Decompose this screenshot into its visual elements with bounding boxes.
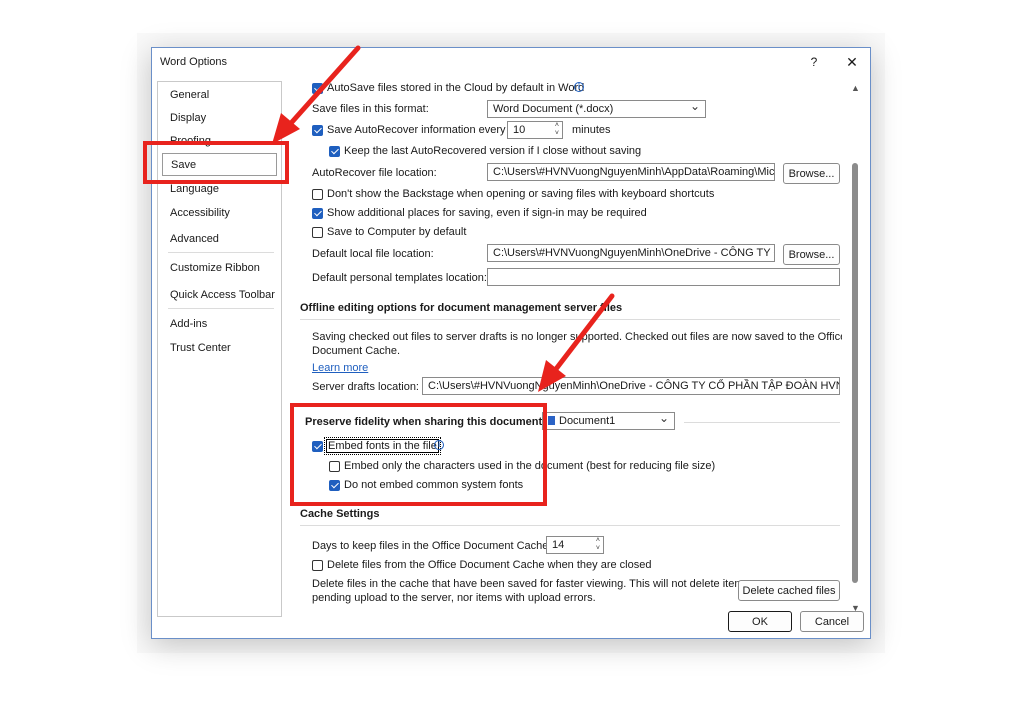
server-drafts-label: Server drafts location: (312, 381, 419, 393)
delete-on-close-checkbox[interactable] (312, 560, 323, 571)
show-additional-places-checkbox[interactable] (312, 208, 323, 219)
cache-days-input[interactable]: 14 ˄ ˅ (546, 536, 604, 554)
delete-cache-description-line2: pending upload to the server, nor items … (312, 592, 596, 604)
keep-last-label: Keep the last AutoRecovered version if I… (344, 145, 642, 157)
default-local-location-label: Default local file location: (312, 248, 434, 260)
offline-description-line2: Document Cache. (312, 345, 401, 357)
section-divider (300, 319, 840, 320)
delete-cached-files-button[interactable]: Delete cached files (738, 580, 840, 601)
keep-last-checkbox[interactable] (329, 146, 340, 157)
save-options-panel: AutoSave files stored in the Cloud by de… (292, 81, 842, 615)
scroll-thumb[interactable] (852, 163, 858, 583)
dont-show-backstage-checkbox[interactable] (312, 189, 323, 200)
nav-item-general[interactable]: General (170, 89, 209, 101)
title-bar: Word Options ? ✕ (152, 48, 870, 76)
nav-item-trust-center[interactable]: Trust Center (170, 342, 231, 354)
save-format-label: Save files in this format: (312, 103, 429, 115)
word-options-dialog: Word Options ? ✕ General Display Proofin… (151, 47, 871, 639)
nav-item-language[interactable]: Language (170, 183, 219, 195)
window-title: Word Options (160, 56, 228, 68)
section-divider (684, 422, 840, 423)
browse-label: Browse... (788, 168, 835, 180)
nav-item-advanced[interactable]: Advanced (170, 233, 219, 245)
save-format-select[interactable]: Word Document (*.docx) (487, 100, 706, 118)
delete-cached-files-label: Delete cached files (742, 585, 836, 597)
autorecover-location-input[interactable]: C:\Users\#HVNVuongNguyenMinh\AppData\Roa… (487, 163, 775, 181)
offline-description-line1: Saving checked out files to server draft… (312, 331, 842, 343)
default-local-location-input[interactable]: C:\Users\#HVNVuongNguyenMinh\OneDrive - … (487, 244, 775, 262)
cache-section-heading: Cache Settings (300, 508, 380, 520)
spin-arrows-icon[interactable]: ˄ ˅ (596, 537, 600, 553)
cancel-label: Cancel (814, 616, 850, 628)
cache-days-value: 14 (552, 539, 565, 551)
fidelity-document-select[interactable]: Document1 (542, 412, 675, 430)
server-drafts-location-value: C:\Users\#HVNVuongNguyenMinh\OneDrive - … (428, 380, 840, 392)
help-button[interactable]: ? (804, 53, 824, 71)
offline-section-heading: Offline editing options for document man… (300, 302, 623, 314)
browse-label: Browse... (788, 249, 835, 261)
show-additional-places-label: Show additional places for saving, even … (327, 207, 647, 219)
ok-label: OK (752, 616, 768, 628)
delete-cache-description-line1: Delete files in the cache that have been… (312, 578, 749, 590)
section-divider (300, 525, 840, 526)
close-button[interactable]: ✕ (842, 53, 862, 71)
autorecover-minutes-value: 10 (513, 124, 526, 136)
autosave-cloud-checkbox[interactable] (312, 83, 323, 94)
delete-on-close-label: Delete files from the Office Document Ca… (327, 559, 652, 571)
autorecover-minutes-input[interactable]: 10 ˄ ˅ (507, 121, 563, 139)
ok-button[interactable]: OK (728, 611, 792, 632)
cache-days-label: Days to keep files in the Office Documen… (312, 540, 552, 552)
autorecover-label: Save AutoRecover information every (327, 124, 506, 136)
autorecover-checkbox[interactable] (312, 125, 323, 136)
autosave-cloud-label: AutoSave files stored in the Cloud by de… (327, 82, 585, 94)
info-icon: i (574, 82, 584, 92)
nav-item-customize-ribbon[interactable]: Customize Ribbon (170, 262, 260, 274)
server-drafts-location-input[interactable]: C:\Users\#HVNVuongNguyenMinh\OneDrive - … (422, 377, 840, 395)
default-local-location-value: C:\Users\#HVNVuongNguyenMinh\OneDrive - … (493, 247, 775, 259)
nav-item-add-ins[interactable]: Add-ins (170, 318, 207, 330)
annotation-box-save (143, 141, 289, 184)
nav-separator (168, 308, 274, 309)
browse-default-local-button[interactable]: Browse... (783, 244, 840, 265)
spin-arrows-icon[interactable]: ˄ ˅ (555, 122, 559, 138)
save-format-value: Word Document (*.docx) (493, 103, 614, 115)
document-icon (548, 416, 555, 425)
nav-item-accessibility[interactable]: Accessibility (170, 207, 230, 219)
dont-show-backstage-label: Don't show the Backstage when opening or… (327, 188, 715, 200)
default-templates-location-label: Default personal templates location: (312, 272, 487, 284)
vertical-scrollbar[interactable]: ▲ ▼ (849, 81, 863, 615)
save-to-computer-label: Save to Computer by default (327, 226, 467, 238)
learn-more-link[interactable]: Learn more (312, 362, 368, 374)
nav-item-quick-access-toolbar[interactable]: Quick Access Toolbar (170, 289, 275, 301)
scroll-up-icon[interactable]: ▲ (851, 83, 860, 93)
autorecover-location-label: AutoRecover file location: (312, 167, 437, 179)
browse-autorecover-button[interactable]: Browse... (783, 163, 840, 184)
default-templates-location-input[interactable] (487, 268, 840, 286)
cancel-button[interactable]: Cancel (800, 611, 864, 632)
annotation-box-fidelity (290, 403, 547, 506)
fidelity-document-value: Document1 (559, 415, 616, 427)
nav-separator (168, 252, 274, 253)
save-to-computer-checkbox[interactable] (312, 227, 323, 238)
autorecover-location-value: C:\Users\#HVNVuongNguyenMinh\AppData\Roa… (493, 166, 775, 178)
nav-item-display[interactable]: Display (170, 112, 206, 124)
autorecover-unit: minutes (572, 124, 611, 136)
